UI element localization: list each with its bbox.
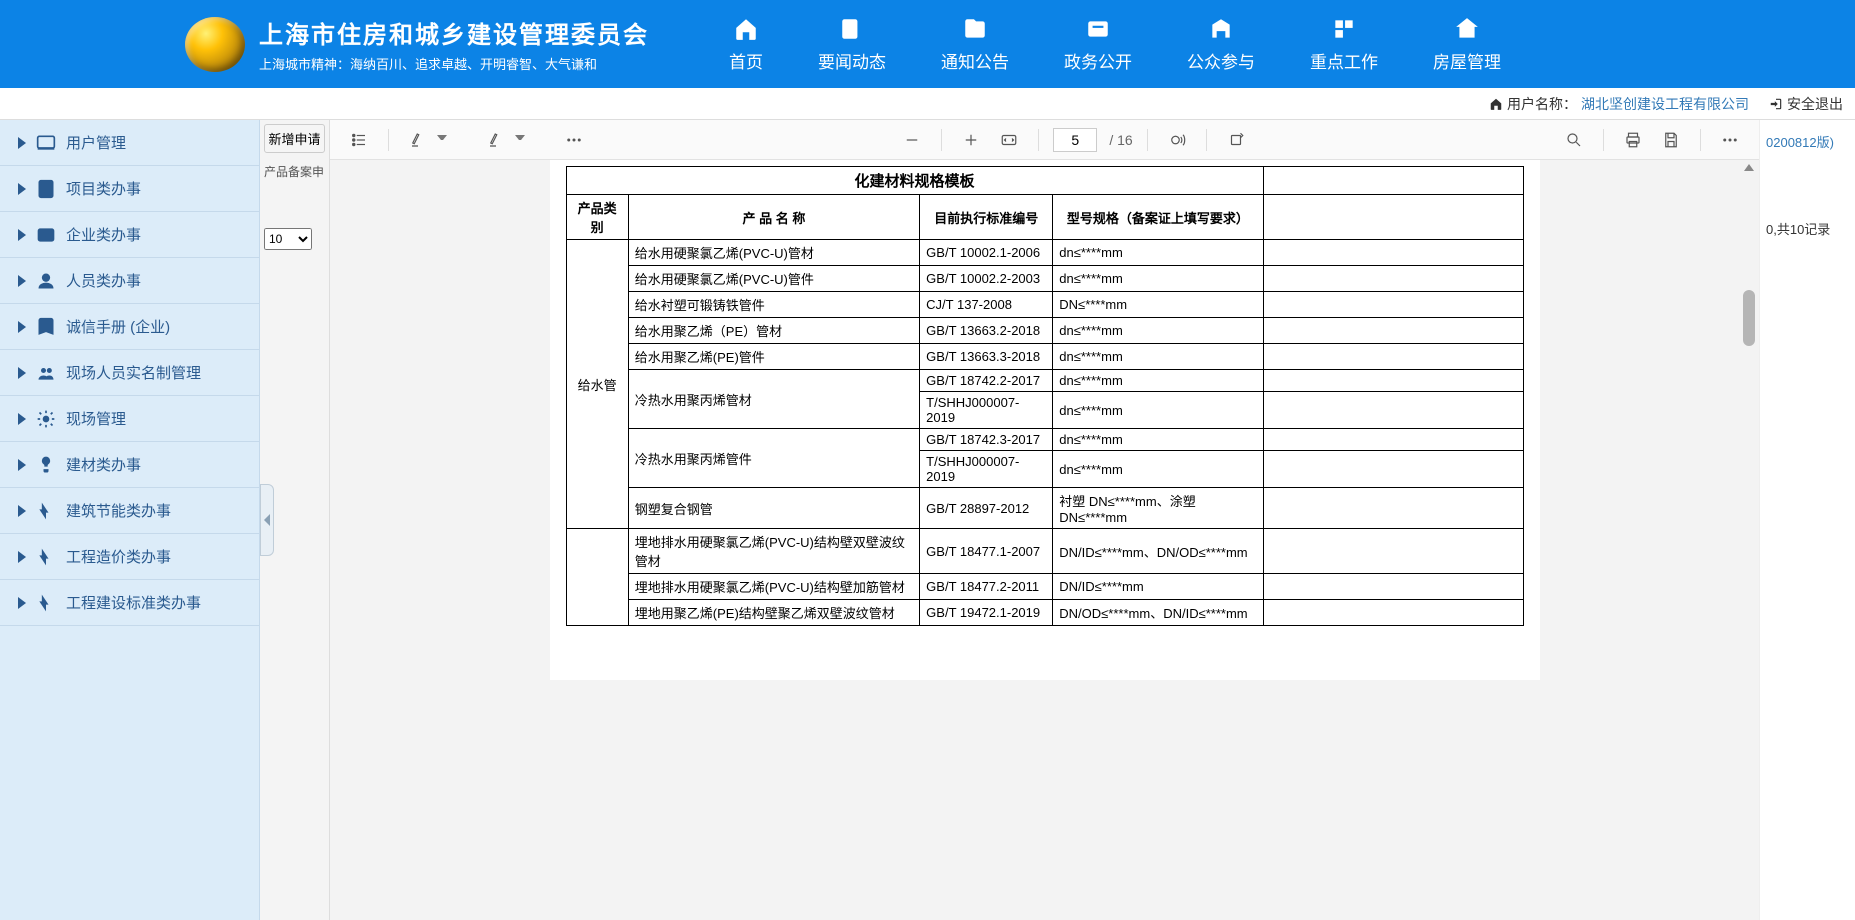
sidebar-label: 建筑节能类办事 — [66, 500, 171, 521]
sidebar-item-person[interactable]: 人员类办事 — [0, 258, 259, 304]
nav-house-label: 房屋管理 — [1433, 48, 1501, 73]
site-title: 上海市住房和城乡建设管理委员会 — [259, 15, 649, 50]
logout-icon — [1769, 97, 1783, 111]
nav-keywork[interactable]: 重点工作 — [1310, 16, 1378, 73]
site-subtitle: 上海城市精神：海纳百川、追求卓越、开明睿智、大气谦和 — [259, 54, 649, 73]
page-total: / 16 — [1109, 132, 1132, 148]
chevron-down-icon[interactable] — [515, 135, 525, 145]
sidebar-item-user[interactable]: 用户管理 — [0, 120, 259, 166]
sidebar-collapse-handle[interactable] — [260, 484, 274, 556]
chevron-down-icon[interactable] — [437, 135, 447, 145]
nav-notice-label: 通知公告 — [941, 48, 1009, 73]
nav-news[interactable]: 要闻动态 — [818, 16, 886, 73]
search-icon[interactable] — [1559, 125, 1589, 155]
user-name-link[interactable]: 湖北坚创建设工程有限公司 — [1581, 94, 1749, 114]
scroll-thumb[interactable] — [1743, 290, 1755, 346]
site-header: 上海市住房和城乡建设管理委员会 上海城市精神：海纳百川、追求卓越、开明睿智、大气… — [0, 0, 1855, 88]
right-strip: 0200812版) 0,共10记录 — [1759, 120, 1855, 920]
pdf-toolbar: / 16 — [330, 120, 1759, 160]
sidebar-item-material[interactable]: 建材类办事 — [0, 442, 259, 488]
separator — [1603, 129, 1604, 151]
separator — [1700, 129, 1701, 151]
toc-icon[interactable] — [344, 125, 374, 155]
sidebar-label: 人员类办事 — [66, 270, 141, 291]
sidebar-item-cost[interactable]: 工程造价类办事 — [0, 534, 259, 580]
logout-link[interactable]: 安全退出 — [1787, 94, 1843, 114]
sidebar-item-enterprise[interactable]: 企业类办事 — [0, 212, 259, 258]
highlight-alt-icon[interactable] — [481, 125, 511, 155]
sidebar-label: 用户管理 — [66, 132, 126, 153]
new-apply-button[interactable]: 新增申请 — [264, 124, 325, 153]
zoom-out-icon[interactable] — [897, 125, 927, 155]
rotate-icon[interactable] — [1221, 125, 1251, 155]
sidebar-item-standard[interactable]: 工程建设标准类办事 — [0, 580, 259, 626]
sidebar-label: 现场人员实名制管理 — [66, 362, 201, 383]
highlight-icon[interactable] — [403, 125, 433, 155]
sidebar-label: 现场管理 — [66, 408, 126, 429]
separator — [1038, 129, 1039, 151]
sidebar-label: 企业类办事 — [66, 224, 141, 245]
overflow-icon[interactable] — [1715, 125, 1745, 155]
page-input[interactable] — [1053, 128, 1097, 152]
nav-home[interactable]: 首页 — [729, 16, 763, 73]
separator — [388, 129, 389, 151]
sidebar: 用户管理 项目类办事 企业类办事 人员类办事 诚信手册 (企业) 现场人员实名制… — [0, 120, 260, 920]
nav-keywork-label: 重点工作 — [1310, 48, 1378, 73]
spec-table: 化建材料规格模板产品类别产 品 名 称目前执行标准编号型号规格（备案证上填写要求… — [566, 166, 1524, 626]
sidebar-item-energy[interactable]: 建筑节能类办事 — [0, 488, 259, 534]
more-icon[interactable] — [559, 125, 589, 155]
right-link-version[interactable]: 0200812版) — [1764, 128, 1851, 155]
sidebar-item-realname[interactable]: 现场人员实名制管理 — [0, 350, 259, 396]
separator — [1147, 129, 1148, 151]
nav-public[interactable]: 公众参与 — [1187, 16, 1255, 73]
pdf-viewer: / 16 化建材料规格模板产品类别产 品 名 称目前执行标准编号型号规格（备案证… — [330, 120, 1759, 920]
separator — [1206, 129, 1207, 151]
user-label: 用户名称： — [1507, 94, 1577, 114]
sidebar-label: 工程建设标准类办事 — [66, 592, 201, 613]
home-icon — [1489, 97, 1503, 111]
nav-public-label: 公众参与 — [1187, 48, 1255, 73]
nav-notice[interactable]: 通知公告 — [941, 16, 1009, 73]
site-logo-icon — [185, 17, 245, 72]
pdf-page: 化建材料规格模板产品类别产 品 名 称目前执行标准编号型号规格（备案证上填写要求… — [550, 160, 1540, 680]
separator — [941, 129, 942, 151]
top-nav: 首页 要闻动态 通知公告 政务公开 公众参与 重点工作 房屋管理 — [729, 16, 1501, 73]
print-icon[interactable] — [1618, 125, 1648, 155]
save-icon[interactable] — [1656, 125, 1686, 155]
pdf-scrollbar[interactable] — [1741, 160, 1755, 920]
scroll-up-icon[interactable] — [1742, 160, 1756, 174]
user-bar: 用户名称： 湖北坚创建设工程有限公司 安全退出 — [0, 88, 1855, 120]
pdf-body[interactable]: 化建材料规格模板产品类别产 品 名 称目前执行标准编号型号规格（备案证上填写要求… — [330, 160, 1759, 920]
nav-house[interactable]: 房屋管理 — [1433, 16, 1501, 73]
logo-block: 上海市住房和城乡建设管理委员会 上海城市精神：海纳百川、追求卓越、开明睿智、大气… — [185, 15, 649, 73]
sidebar-item-site[interactable]: 现场管理 — [0, 396, 259, 442]
nav-gov-label: 政务公开 — [1064, 48, 1132, 73]
record-count: 0,共10记录 — [1764, 215, 1851, 242]
sidebar-label: 工程造价类办事 — [66, 546, 171, 567]
fit-width-icon[interactable] — [994, 125, 1024, 155]
mid-label: 产品备案申 — [260, 157, 329, 186]
nav-gov[interactable]: 政务公开 — [1064, 16, 1132, 73]
sidebar-label: 项目类办事 — [66, 178, 141, 199]
pagesize-select[interactable]: 10 — [264, 228, 312, 250]
read-aloud-icon[interactable] — [1162, 125, 1192, 155]
sidebar-label: 建材类办事 — [66, 454, 141, 475]
sidebar-item-credit[interactable]: 诚信手册 (企业) — [0, 304, 259, 350]
zoom-in-icon[interactable] — [956, 125, 986, 155]
nav-home-label: 首页 — [729, 48, 763, 73]
nav-news-label: 要闻动态 — [818, 48, 886, 73]
sidebar-item-project[interactable]: 项目类办事 — [0, 166, 259, 212]
sidebar-label: 诚信手册 (企业) — [66, 316, 170, 337]
